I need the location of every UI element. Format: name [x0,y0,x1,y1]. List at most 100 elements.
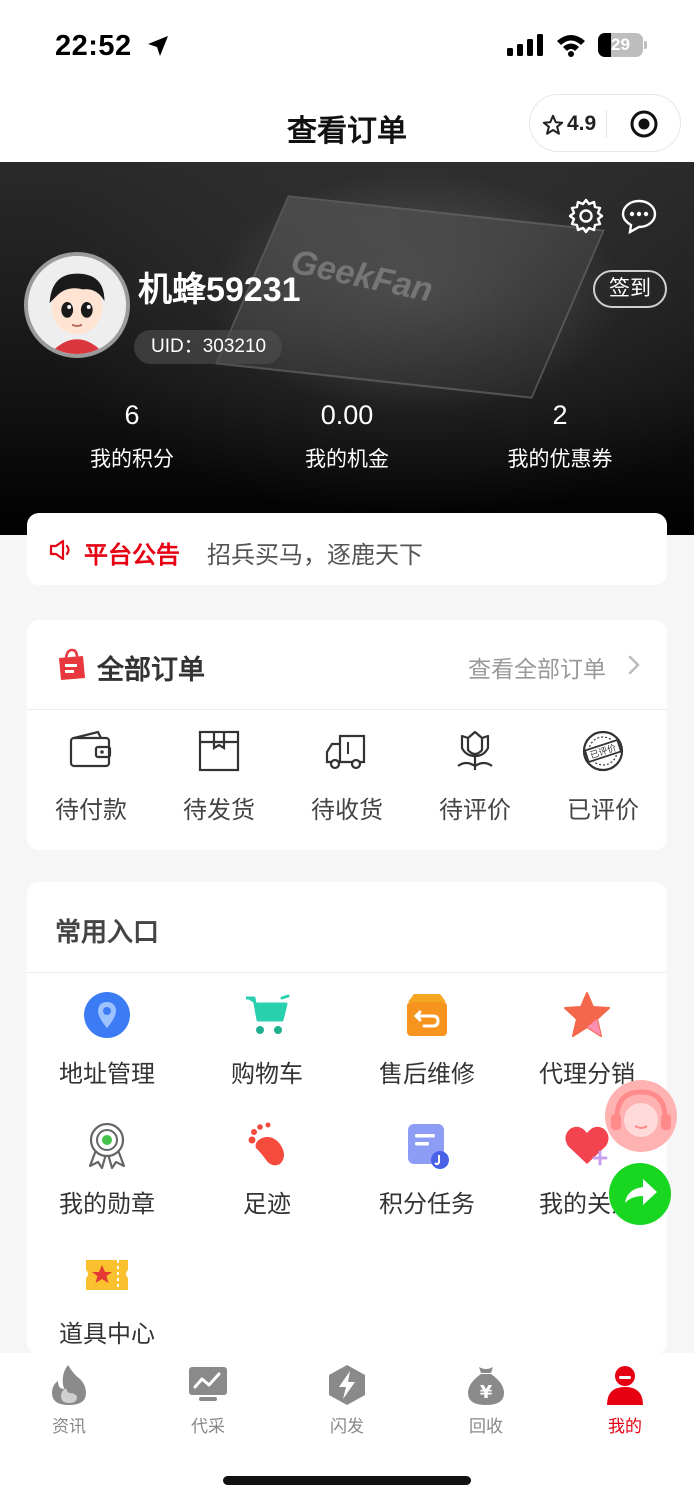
order-pending-shipment[interactable]: 待发货 [155,728,283,825]
tab-news[interactable]: 资讯 [19,1363,119,1437]
entry-cart[interactable]: 购物车 [187,990,347,1089]
stat-coupons-value: 2 [552,400,568,430]
stat-balance-value: 0.00 [320,400,374,430]
return-box-icon [407,994,447,1036]
stat-points-value: 6 [124,400,140,430]
gear-icon[interactable] [567,197,605,235]
common-entries-title: 常用入口 [55,917,160,947]
speaker-icon [49,539,70,561]
stat-coupons[interactable]: 2 我的优惠券 [470,400,650,473]
entry-point-tasks[interactable]: 积分任务 [347,1120,507,1219]
tab-label: 我的 [608,1417,642,1436]
entry-label: 购物车 [231,1061,303,1088]
wifi-icon [557,35,585,57]
ticket-icon [86,1260,128,1290]
footprint-icon [248,1122,284,1166]
entry-label: 地址管理 [59,1061,155,1088]
announcement-title: 平台公告 [84,542,180,569]
entry-label: 售后维修 [379,1061,475,1088]
orders-card: 全部订单 查看全部订单 待付款 待发货 待收货 待评价 已评价 已评价 [27,620,667,850]
announcement-text: 招兵买马，逐鹿天下 [207,542,423,569]
avatar-cartoon-icon [28,256,126,354]
monitor-icon [189,1367,227,1401]
orders-title: 全部订单 [97,655,205,685]
truck-icon [325,734,366,770]
home-indicator[interactable] [223,1476,471,1485]
order-pending-review[interactable]: 待评价 [411,728,539,825]
location-icon [84,992,130,1038]
star-outline-icon[interactable] [542,114,564,136]
status-bar: 22:52 29 [0,0,694,90]
share-button[interactable] [609,1163,671,1225]
stat-balance[interactable]: 0.00 我的机金 [257,400,437,473]
flame-icon [52,1365,86,1405]
view-all-orders-link[interactable]: 查看全部订单 [468,650,606,684]
signal-icon [507,34,543,56]
medal-icon [88,1122,126,1170]
tab-label: 代采 [191,1417,225,1436]
entry-props-center[interactable]: 道具中心 [27,1250,187,1349]
profile-header: GeekFan 机蜂59231 UID：303210 签到 6 我的积分 0.0… [0,162,694,535]
avatar[interactable] [24,252,130,358]
stat-points[interactable]: 6 我的积分 [42,400,222,473]
order-pending-receipt[interactable]: 待收货 [283,728,411,825]
lightning-icon [329,1365,365,1405]
tab-flash[interactable]: 闪发 [297,1363,397,1437]
user-icon [607,1366,643,1405]
svg-text:¥: ¥ [480,1382,493,1403]
checkin-button[interactable]: 签到 [593,270,667,308]
battery-level: 29 [611,35,630,54]
flower-icon [457,730,493,770]
order-label: 待收货 [311,797,383,824]
order-pending-payment[interactable]: 待付款 [27,728,155,825]
order-bag-icon [59,648,85,680]
battery-indicator: 29 [598,33,648,57]
message-icon[interactable] [620,197,658,235]
money-bag-icon: ¥ [468,1367,504,1405]
location-arrow-icon [148,36,168,56]
entry-footprint[interactable]: 足迹 [187,1120,347,1219]
tab-label: 资讯 [52,1417,86,1436]
task-icon [408,1124,449,1169]
entry-distribution[interactable]: 代理分销 [507,990,667,1089]
tab-purchase[interactable]: 代采 [158,1363,258,1437]
close-target-icon[interactable] [629,109,659,139]
stamp-icon: 已评价 [582,730,624,772]
entry-label: 我的勋章 [59,1191,155,1218]
tab-label: 闪发 [330,1417,364,1436]
rating-value: 4.9 [567,112,597,135]
nav-bar: 查看订单 4.9 [0,90,694,162]
order-label: 待付款 [55,797,127,824]
stat-balance-label: 我的机金 [305,448,389,471]
divider [27,709,667,710]
stat-coupons-label: 我的优惠券 [507,448,613,471]
wallet-icon [69,730,112,768]
cart-icon [246,994,290,1034]
tab-label: 回收 [469,1417,503,1436]
common-entries-card: 常用入口 地址管理 购物车 售后维修 代理分销 我的勋章 足迹 积分任务 我的关… [27,882,667,1354]
box-icon [198,730,240,772]
chevron-right-icon[interactable] [627,654,641,676]
entry-label: 道具中心 [59,1321,155,1348]
user-id-badge: UID：303210 [134,330,283,364]
status-time: 22:52 [55,30,132,62]
order-reviewed[interactable]: 已评价 已评价 [539,728,667,825]
entry-label: 足迹 [243,1191,291,1218]
entry-medals[interactable]: 我的勋章 [27,1120,187,1219]
username: 机蜂59231 [138,271,301,309]
order-label: 已评价 [567,797,639,824]
customer-service-button[interactable] [605,1080,677,1152]
stat-points-label: 我的积分 [90,448,174,471]
divider [27,972,667,973]
order-label: 待评价 [439,797,511,824]
tab-recycle[interactable]: ¥ 回收 [436,1363,536,1437]
tab-mine[interactable]: 我的 [575,1363,675,1437]
headset-icon [611,1089,671,1137]
entry-label: 积分任务 [379,1191,475,1218]
entry-address[interactable]: 地址管理 [27,990,187,1089]
entry-after-sales[interactable]: 售后维修 [347,990,507,1089]
mini-program-capsule[interactable]: 4.9 [529,94,681,152]
announcement-bar[interactable]: 平台公告 招兵买马，逐鹿天下 [27,513,667,585]
order-label: 待发货 [183,797,255,824]
star-icon [564,992,610,1037]
